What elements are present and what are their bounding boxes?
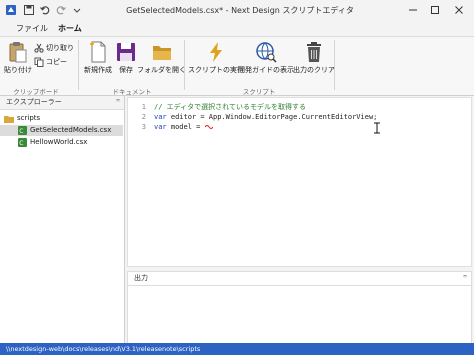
trash-icon bbox=[307, 42, 321, 62]
save-icon bbox=[117, 43, 135, 61]
paste-icon bbox=[9, 42, 27, 63]
ribbon-tabs: ファイル ホーム bbox=[0, 20, 474, 38]
pin-icon[interactable]: ꟸ bbox=[463, 272, 467, 285]
folder-icon bbox=[4, 115, 14, 123]
line-number: 2 bbox=[141, 113, 146, 121]
code-line: var editor = App.Window.EditorPage.Curre… bbox=[154, 112, 377, 122]
tree-item-selected-file[interactable]: C GetSelectedModels.csx bbox=[0, 125, 123, 136]
new-document-button[interactable]: 新規作成 bbox=[84, 41, 112, 75]
pin-icon[interactable]: ꟸ bbox=[116, 96, 120, 109]
window-title: GetSelectedModels.csx* - Next Design スクリ… bbox=[126, 6, 354, 15]
svg-text:C: C bbox=[19, 140, 23, 147]
code-text: editor = App.Window.EditorPage.CurrentEd… bbox=[166, 113, 378, 121]
open-folder-button[interactable]: フォルダを開く bbox=[137, 41, 186, 75]
code-area[interactable]: // エディタで選択されているモデルを取得する var editor = App… bbox=[154, 102, 377, 132]
code-line-comment: // エディタで選択されているモデルを取得する bbox=[154, 103, 306, 111]
tree-item-scripts-folder[interactable]: scripts bbox=[4, 113, 40, 124]
code-text: model = bbox=[166, 123, 205, 131]
status-path: \\nextdesign-web\docs\releases\nd\V3.1\r… bbox=[6, 345, 201, 353]
code-editor[interactable]: 1 2 3 // エディタで選択されているモデルを取得する var editor… bbox=[127, 97, 472, 267]
ribbon-separator bbox=[334, 40, 335, 90]
tab-file[interactable]: ファイル bbox=[10, 22, 54, 36]
paste-label: 貼り付け bbox=[4, 66, 32, 74]
redo-icon[interactable] bbox=[54, 3, 68, 17]
tree-item-label: GetSelectedModels.csx bbox=[30, 126, 112, 134]
line-number: 1 bbox=[141, 103, 146, 111]
ribbon: 貼り付け 切り取り コピー クリップボード 新規作成 保存 フォルダを開く ドキ… bbox=[0, 36, 474, 96]
tree-item-file[interactable]: C HellowWorld.csx bbox=[18, 137, 87, 148]
code-line: var model = bbox=[154, 122, 377, 132]
clipboard-group-label: クリップボード bbox=[13, 88, 59, 96]
error-squiggle-icon bbox=[204, 125, 214, 129]
dev-guide-button[interactable]: 開発ガイドの表示 bbox=[238, 41, 294, 75]
line-gutter: 1 2 3 bbox=[128, 102, 146, 132]
tree-item-label: HellowWorld.csx bbox=[30, 138, 88, 146]
folder-open-icon bbox=[152, 46, 171, 60]
cut-button[interactable]: 切り取り bbox=[34, 43, 74, 53]
clear-output-label: 出力のクリア bbox=[293, 66, 335, 74]
minimize-icon[interactable] bbox=[402, 2, 424, 18]
ribbon-separator bbox=[184, 40, 185, 90]
copy-button[interactable]: コピー bbox=[34, 57, 67, 67]
lightning-icon bbox=[210, 42, 222, 62]
output-panel: 出力 ꟸ bbox=[127, 271, 472, 345]
keyword: var bbox=[154, 113, 167, 121]
save-button[interactable]: 保存 bbox=[116, 41, 136, 75]
cut-label: 切り取り bbox=[46, 44, 74, 52]
tree-item-label: scripts bbox=[17, 114, 41, 122]
copy-icon bbox=[34, 57, 44, 67]
open-folder-label: フォルダを開く bbox=[137, 66, 186, 74]
title-bar: GetSelectedModels.csx* - Next Design スクリ… bbox=[0, 0, 474, 20]
status-bar: \\nextdesign-web\docs\releases\nd\V3.1\r… bbox=[0, 343, 474, 355]
keyword: var bbox=[154, 123, 167, 131]
copy-label: コピー bbox=[46, 58, 67, 66]
scissors-icon bbox=[34, 43, 44, 53]
paste-button[interactable]: 貼り付け bbox=[4, 41, 32, 75]
globe-search-icon bbox=[256, 42, 277, 63]
run-script-label: スクリプトの実行 bbox=[188, 66, 244, 74]
clear-output-button[interactable]: 出力のクリア bbox=[293, 41, 335, 75]
explorer-panel: エクスプローラー ꟸ scripts C GetSelectedModels.c… bbox=[0, 96, 125, 343]
run-script-button[interactable]: スクリプトの実行 bbox=[188, 41, 244, 75]
save-qat-icon[interactable] bbox=[22, 3, 36, 17]
text-cursor-icon bbox=[374, 122, 380, 134]
dev-guide-label: 開発ガイドの表示 bbox=[238, 66, 294, 74]
output-title: 出力 bbox=[134, 274, 148, 282]
new-document-icon bbox=[90, 41, 106, 63]
csharp-file-icon: C bbox=[18, 138, 27, 147]
csharp-file-icon: C bbox=[18, 126, 27, 135]
explorer-title: エクスプローラー bbox=[6, 98, 62, 106]
close-icon[interactable] bbox=[448, 2, 470, 18]
undo-icon[interactable] bbox=[38, 3, 52, 17]
new-document-label: 新規作成 bbox=[84, 66, 112, 74]
svg-text:C: C bbox=[19, 128, 23, 135]
explorer-header: エクスプローラー ꟸ bbox=[0, 96, 124, 110]
document-group-label: ドキュメント bbox=[112, 88, 152, 96]
line-number: 3 bbox=[141, 123, 146, 131]
app-icon bbox=[4, 3, 18, 17]
customize-qat-icon[interactable] bbox=[70, 3, 84, 17]
script-group-label: スクリプト bbox=[242, 88, 276, 96]
save-label: 保存 bbox=[119, 66, 133, 74]
ribbon-separator bbox=[78, 40, 79, 90]
output-header: 出力 ꟸ bbox=[128, 272, 471, 286]
maximize-icon[interactable] bbox=[424, 2, 446, 18]
